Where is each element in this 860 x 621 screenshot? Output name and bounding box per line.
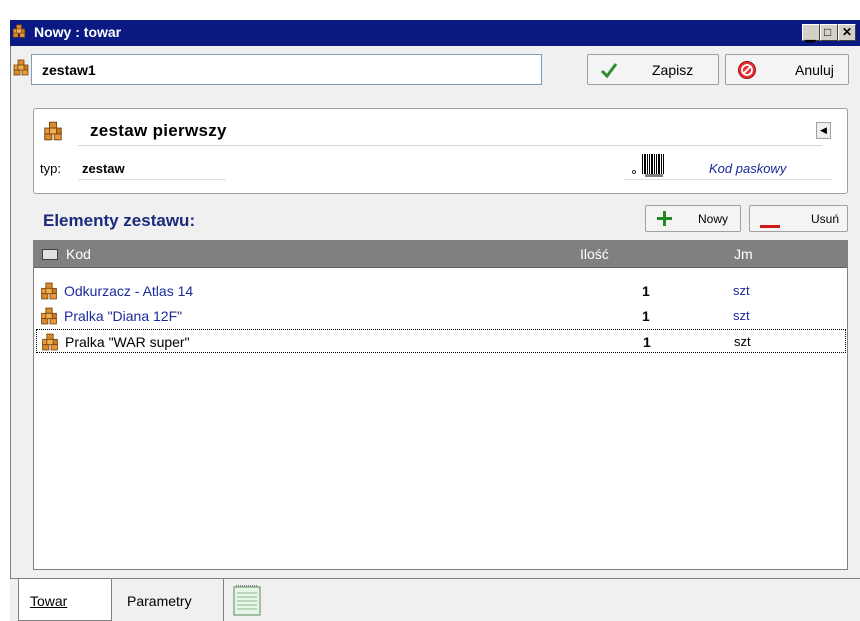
close-button[interactable]: ✕ [838,24,856,41]
row-name[interactable]: Pralka "WAR super" [65,334,190,350]
row-unit: szt [733,283,750,298]
tab-parametry[interactable]: Parametry [112,579,224,621]
code-field[interactable]: zestaw1 [31,54,542,85]
boxes-icon [40,307,58,328]
tab-towar-label: Towar [30,593,68,609]
delete-element-button[interactable]: Usuń [749,205,848,232]
minimize-icon: ▁ [806,28,816,42]
minimize-button[interactable]: ▁ [802,24,820,41]
elements-header: Elementy zestawu: [43,211,196,230]
table-row[interactable]: Pralka "WAR super" 1 szt [36,329,846,353]
barcode-link[interactable]: Kod paskowy [709,161,786,176]
tab-towar[interactable]: Towar [18,579,112,621]
tab-strip: Towar Parametry [10,578,860,621]
table-row[interactable]: Pralka "Diana 12F" 1 szt [36,304,846,328]
check-icon [600,61,618,82]
barcode-icon[interactable] [631,152,669,181]
save-button[interactable]: Zapisz [587,54,719,85]
plus-icon [656,210,673,230]
boxes-icon [41,333,59,354]
row-quantity: 1 [643,334,651,350]
delete-element-label: Usuń [811,212,840,226]
column-header-quantity[interactable]: Ilość [580,246,609,262]
table-row[interactable]: Odkurzacz - Atlas 14 1 szt [36,279,846,303]
notes-icon [233,584,261,619]
row-unit: szt [733,308,750,323]
column-header-unit[interactable]: Jm [734,246,753,262]
barcode-underline [624,179,832,180]
list-header: Kod Ilość Jm [34,241,847,268]
expand-arrow-button[interactable]: ◀ [816,122,831,139]
type-value[interactable]: zestaw [82,161,125,176]
no-entry-icon [737,60,757,83]
row-quantity: 1 [642,283,650,299]
product-name[interactable]: zestaw pierwszy [90,121,227,141]
type-label: typ: [40,161,61,176]
triangle-left-icon: ◀ [820,125,827,135]
maximize-icon: □ [824,25,832,39]
tab-notes[interactable] [224,579,272,621]
tab-parametry-label: Parametry [127,593,192,609]
maximize-button[interactable]: □ [820,24,838,41]
cancel-label: Anuluj [795,62,834,78]
row-unit: szt [734,334,751,349]
row-quantity: 1 [642,308,650,324]
select-all-checkbox[interactable] [42,249,58,260]
product-panel: zestaw pierwszy ◀ typ: zestaw Kod paskow… [33,108,848,194]
new-element-label: Nowy [698,212,729,226]
boxes-icon [12,24,26,41]
boxes-icon [40,282,58,303]
row-name[interactable]: Odkurzacz - Atlas 14 [64,283,193,299]
boxes-icon [13,59,29,79]
boxes-icon [43,121,63,144]
column-header-code[interactable]: Kod [66,246,91,262]
title-bar: Nowy : towar ▁ □ ✕ [10,20,860,46]
row-name[interactable]: Pralka "Diana 12F" [64,308,182,324]
cancel-button[interactable]: Anuluj [725,54,849,85]
type-underline [78,179,226,180]
code-value: zestaw1 [42,62,96,78]
elements-list[interactable]: Kod Ilość Jm Odkurzacz - Atlas 14 1 szt … [33,240,848,570]
minus-icon [760,217,780,232]
save-label: Zapisz [652,62,694,78]
product-name-underline [78,145,822,146]
close-icon: ✕ [842,25,853,39]
new-element-button[interactable]: Nowy [645,205,741,232]
window-title: Nowy : towar [34,24,122,40]
